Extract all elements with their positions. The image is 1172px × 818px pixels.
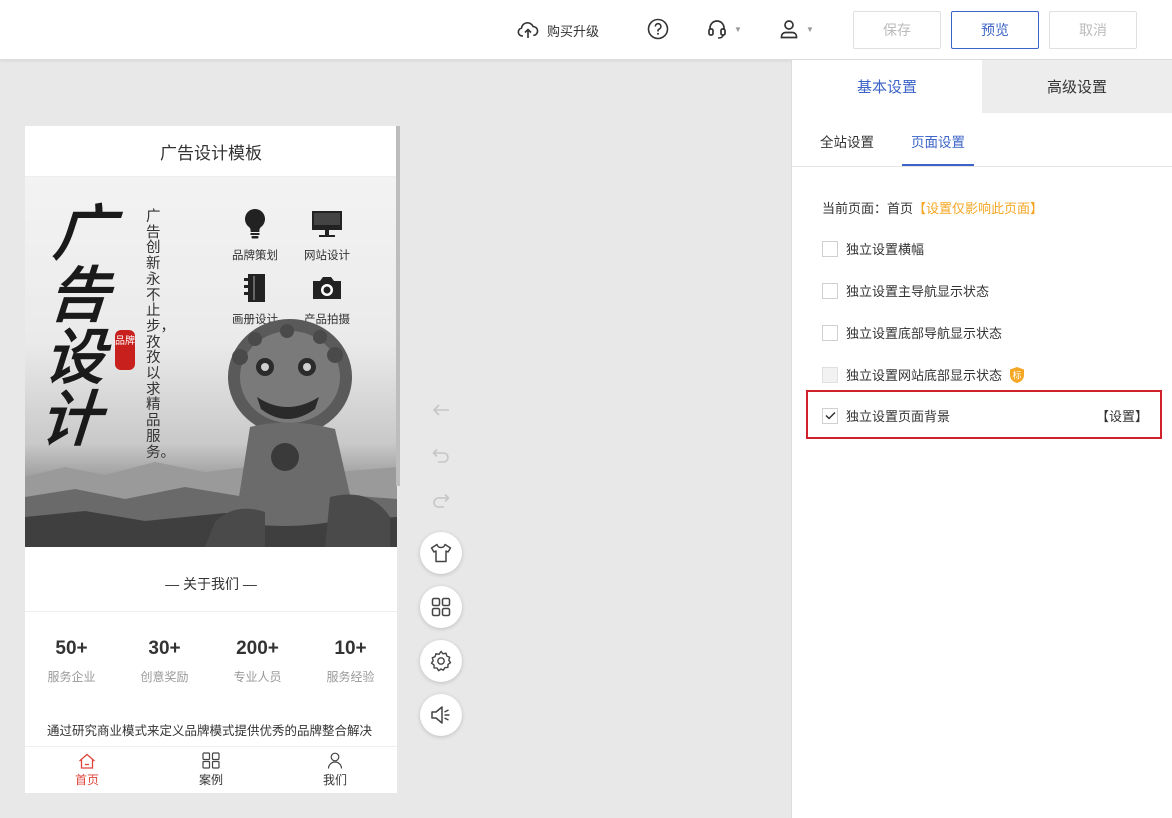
- checkbox[interactable]: [822, 324, 838, 341]
- monitor-icon: [312, 211, 342, 237]
- notebook-icon: [244, 274, 265, 302]
- headset-icon: [708, 20, 726, 39]
- preview-button[interactable]: 预览: [951, 11, 1039, 49]
- option-label: 独立设置主导航显示状态: [846, 284, 990, 299]
- feature-brand-planning: 品牌策划: [226, 207, 284, 263]
- current-page-label: 当前页面：首页: [822, 201, 914, 216]
- theme-button[interactable]: [420, 532, 462, 574]
- stat-caption: 服务经验: [326, 670, 375, 684]
- account-menu[interactable]: ▼: [778, 18, 814, 40]
- stat-number: 200+: [236, 638, 279, 659]
- checkbox[interactable]: [822, 282, 838, 299]
- option-bottom-nav[interactable]: 独立设置底部导航显示状态: [822, 323, 1002, 342]
- current-page-info: 当前页面：首页【设置仅影响此页面】: [822, 198, 1043, 217]
- lightbulb-icon: [245, 209, 265, 239]
- tab-cases[interactable]: 案例: [149, 747, 273, 793]
- buy-upgrade-button[interactable]: 购买升级: [517, 19, 599, 41]
- grid-icon: [202, 752, 220, 769]
- cloud-upload-icon: [517, 22, 539, 38]
- grid-icon: [431, 597, 451, 617]
- mobile-preview[interactable]: 广告设计模板 广告设计 品牌 广告创新永不止步，孜孜以求精品服务。 品牌策划 网…: [25, 126, 397, 793]
- upgrade-label: 购买升级: [547, 23, 600, 39]
- subtab-site-settings[interactable]: 全站设置: [820, 131, 874, 151]
- banner-slogan: 广告创新永不止步，孜孜以求精品服务。: [146, 209, 175, 461]
- save-button[interactable]: 保存: [853, 11, 941, 49]
- option-site-footer[interactable]: 独立设置网站底部显示状态 标: [822, 365, 1026, 384]
- chevron-down-icon: ▼: [734, 24, 742, 34]
- gear-icon: [430, 650, 452, 672]
- premium-badge-icon: 标: [1008, 366, 1026, 384]
- home-icon: [79, 753, 95, 769]
- undo-icon[interactable]: [432, 448, 450, 464]
- stone-lion-image: [205, 319, 390, 547]
- mobile-tab-bar: 首页 案例 我们: [25, 746, 397, 793]
- premium-badge-text: 标: [1013, 369, 1022, 381]
- tab-label: 案例: [198, 773, 223, 787]
- settings-button[interactable]: [420, 640, 462, 682]
- option-page-background[interactable]: 独立设置页面背景: [822, 406, 950, 425]
- option-label: 独立设置横幅: [846, 242, 925, 257]
- top-toolbar: 购买升级 ▼ ▼ 保存 预览 取消: [0, 0, 1172, 60]
- stats-row: 50+ 服务企业 30+ 创意奖励 200+ 专业人员 10+ 服务经验: [25, 612, 397, 685]
- page-title: 广告设计模板: [25, 126, 397, 177]
- hero-banner[interactable]: 广告设计 品牌 广告创新永不止步，孜孜以求精品服务。 品牌策划 网站设计 画册设…: [25, 177, 397, 547]
- stat-number: 10+: [334, 638, 367, 659]
- feature-label: 品牌策划: [232, 250, 278, 262]
- music-button[interactable]: [420, 694, 462, 736]
- tab-about[interactable]: 我们: [273, 747, 397, 793]
- stat-caption: 专业人员: [233, 670, 282, 684]
- option-label: 独立设置页面背景: [846, 409, 951, 424]
- shirt-icon: [430, 543, 452, 563]
- back-arrow-icon[interactable]: [432, 403, 450, 417]
- option-main-nav[interactable]: 独立设置主导航显示状态: [822, 281, 989, 300]
- tab-label: 首页: [74, 772, 99, 787]
- feature-web-design: 网站设计: [298, 207, 356, 263]
- checkbox[interactable]: [822, 240, 838, 257]
- background-settings-link[interactable]: 【设置】: [1096, 406, 1148, 425]
- panel-subtabs: 全站设置 页面设置: [792, 113, 1172, 167]
- subtab-active-indicator: [902, 164, 974, 166]
- stat-item: 30+ 创意奖励: [118, 638, 211, 685]
- option-label: 独立设置底部导航显示状态: [846, 326, 1003, 341]
- tab-label: 我们: [322, 773, 347, 787]
- stat-item: 200+ 专业人员: [211, 638, 304, 685]
- checkbox-checked[interactable]: [822, 407, 838, 424]
- support-menu[interactable]: ▼: [706, 18, 742, 40]
- camera-icon: [313, 277, 341, 299]
- panel-tabs: 基本设置 高级设置: [792, 60, 1172, 113]
- stat-caption: 服务企业: [47, 670, 96, 684]
- tab-home[interactable]: 首页: [25, 747, 149, 793]
- stat-number: 50+: [55, 638, 88, 659]
- cancel-button[interactable]: 取消: [1049, 11, 1137, 49]
- question-icon: [647, 18, 669, 40]
- settings-panel: 基本设置 高级设置 全站设置 页面设置 当前页面：首页【设置仅影响此页面】 独立…: [791, 60, 1172, 818]
- tab-advanced-settings[interactable]: 高级设置: [982, 60, 1172, 113]
- preview-scrollbar[interactable]: [396, 126, 400, 486]
- current-page-note: 【设置仅影响此页面】: [913, 201, 1044, 216]
- stat-item: 10+ 服务经验: [304, 638, 397, 685]
- banner-big-title: 广告设计: [38, 199, 116, 455]
- chevron-down-icon: ▼: [806, 24, 814, 34]
- feature-label: 网站设计: [304, 250, 350, 262]
- stat-item: 50+ 服务企业: [25, 638, 118, 685]
- checkbox[interactable]: [822, 366, 838, 383]
- about-us-heading: — 关于我们 —: [25, 557, 397, 612]
- stat-caption: 创意奖励: [140, 670, 189, 684]
- option-label: 独立设置网站底部显示状态: [846, 368, 1003, 383]
- redo-icon[interactable]: [432, 493, 450, 509]
- subtab-page-settings[interactable]: 页面设置: [911, 131, 965, 151]
- speaker-icon: [431, 706, 450, 724]
- stat-number: 30+: [148, 638, 181, 659]
- modules-button[interactable]: [420, 586, 462, 628]
- tab-basic-settings[interactable]: 基本设置: [792, 60, 982, 113]
- user-icon: [327, 752, 343, 769]
- user-icon: [780, 20, 798, 39]
- option-banner[interactable]: 独立设置横幅: [822, 239, 924, 258]
- check-icon: [824, 411, 836, 420]
- brand-seal: 品牌: [115, 330, 135, 370]
- help-button[interactable]: [647, 18, 669, 40]
